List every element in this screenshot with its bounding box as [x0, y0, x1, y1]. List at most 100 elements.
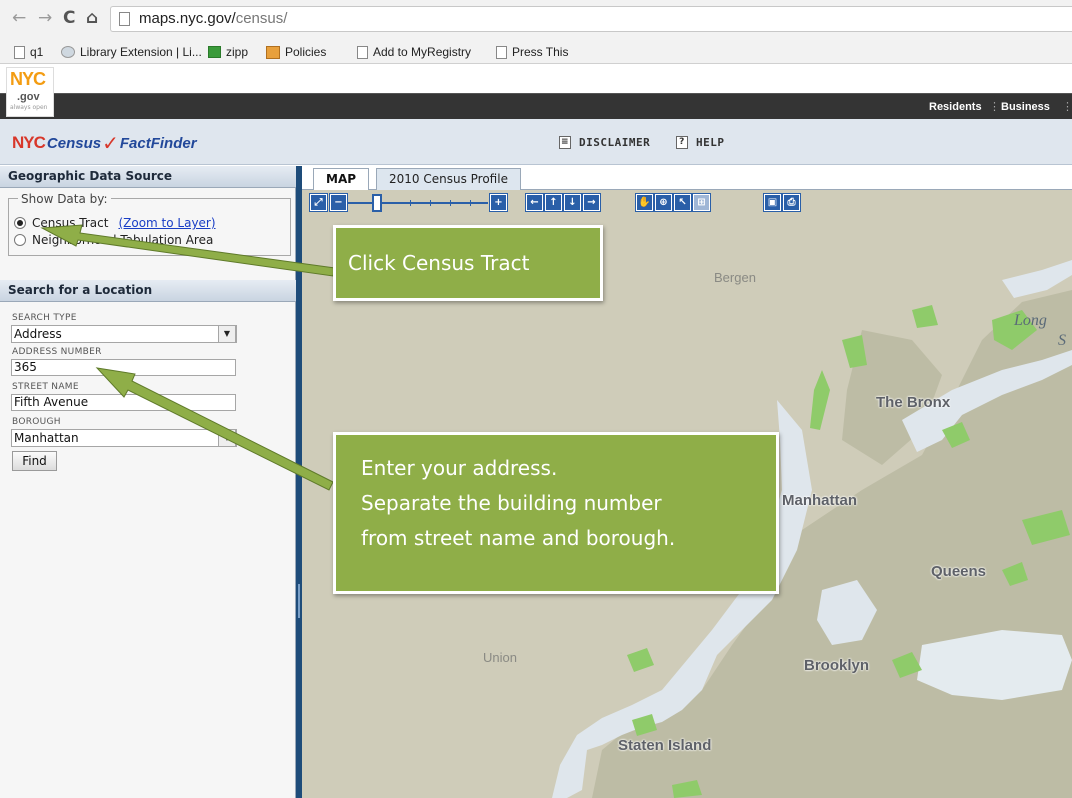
- policies-icon: [266, 45, 280, 59]
- document-icon: ≡: [559, 136, 571, 149]
- pan-right-icon[interactable]: →: [583, 194, 600, 211]
- map-label-the-bronx: The Bronx: [876, 394, 951, 411]
- radio-button-checked[interactable]: [14, 217, 26, 229]
- measure-icon[interactable]: ⊞: [693, 194, 710, 211]
- map-label-brooklyn: Brooklyn: [804, 657, 870, 674]
- help-icon: ?: [676, 136, 688, 149]
- radio-census-tract[interactable]: Census Tract (Zoom to Layer): [14, 216, 216, 230]
- zoom-slider-tick: [430, 200, 431, 206]
- tab-2010-census-profile[interactable]: 2010 Census Profile: [376, 168, 521, 190]
- logo-nyc: NYC: [12, 133, 46, 152]
- map-label-bergen: Bergen: [714, 270, 756, 285]
- nyc-logo-text: NYC: [10, 69, 46, 89]
- nav-link-residents[interactable]: Residents: [929, 101, 982, 113]
- nyc-gov-logo[interactable]: NYC .gov always open: [6, 67, 54, 117]
- callout-address-line1: Enter your address.: [361, 456, 558, 480]
- zoom-slider-track[interactable]: [348, 202, 488, 204]
- spreadsheet-icon: [208, 46, 221, 58]
- save-icon[interactable]: ▣: [764, 194, 781, 211]
- address-bar[interactable]: maps.nyc.gov/census/: [110, 6, 1072, 32]
- nav-separator: ⋮: [989, 100, 1000, 113]
- help-link[interactable]: ? HELP: [676, 136, 725, 149]
- nyc-logo-tagline: always open: [10, 104, 48, 111]
- logo-census: Census: [46, 134, 102, 152]
- logo-factfinder: FactFinder: [119, 134, 197, 152]
- zoom-box-icon[interactable]: ⊕: [655, 194, 672, 211]
- home-icon[interactable]: ⌂: [86, 8, 98, 28]
- search-type-value: Address: [14, 327, 62, 341]
- bookmark-press-this[interactable]: Press This: [496, 45, 568, 59]
- url-text: maps.nyc.gov/census/: [139, 10, 288, 27]
- chevron-down-icon[interactable]: ▼: [218, 429, 236, 447]
- map-label-long-island-sound: Long: [1014, 312, 1047, 329]
- pan-up-icon[interactable]: ↑: [545, 194, 562, 211]
- search-location-header: Search for a Location: [0, 280, 296, 302]
- zoom-slider-thumb[interactable]: [372, 194, 382, 212]
- radio-census-tract-label: Census Tract: [32, 216, 109, 230]
- disclaimer-label: DISCLAIMER: [579, 136, 651, 149]
- borough-label: BOROUGH: [12, 417, 61, 427]
- callout-address-line3: from street name and borough.: [361, 526, 676, 550]
- full-extent-icon[interactable]: ⤢: [310, 194, 327, 211]
- zoom-slider-tick: [410, 200, 411, 206]
- search-type-label: SEARCH TYPE: [12, 313, 77, 323]
- zoom-out-icon[interactable]: −: [330, 194, 347, 211]
- nav-link-business[interactable]: Business: [1001, 101, 1050, 113]
- borough-value: Manhattan: [14, 431, 79, 445]
- bookmark-zipp[interactable]: zipp: [208, 45, 248, 59]
- left-panel: [0, 166, 296, 798]
- nyc-header-top: [0, 65, 1072, 93]
- bookmarks-bar: q1 Library Extension | Li... zipp Polici…: [0, 40, 1072, 64]
- bookmark-q1[interactable]: q1: [14, 45, 43, 59]
- pan-down-icon[interactable]: ↓: [564, 194, 581, 211]
- bookmark-policies[interactable]: Policies: [266, 45, 326, 59]
- radio-nta[interactable]: Neighborhood Tabulation Area: [14, 233, 213, 247]
- page-icon: [496, 45, 507, 59]
- map-label-staten-island: Staten Island: [618, 737, 712, 754]
- map-label-manhattan: Manhattan: [782, 492, 857, 509]
- address-number-field[interactable]: 365: [11, 359, 236, 376]
- bookmark-add-to-myregistry[interactable]: Add to MyRegistry: [357, 45, 471, 59]
- tab-map[interactable]: MAP: [313, 168, 370, 191]
- zoom-slider-tick: [450, 200, 451, 206]
- street-name-label: STREET NAME: [12, 382, 79, 392]
- forward-arrow-icon[interactable]: →: [38, 8, 52, 28]
- search-type-select[interactable]: Address ▼: [11, 325, 237, 343]
- zoom-to-layer-link[interactable]: (Zoom to Layer): [118, 216, 215, 230]
- disclaimer-link[interactable]: ≡ DISCLAIMER: [559, 136, 650, 149]
- show-data-legend: Show Data by:: [18, 192, 111, 206]
- logo-check: ✓: [102, 131, 119, 155]
- zoom-slider-tick: [470, 200, 471, 206]
- radio-nta-label: Neighborhood Tabulation Area: [32, 233, 214, 247]
- map-label-sound: S: [1058, 332, 1066, 349]
- page-icon: [119, 12, 130, 26]
- radio-button-unchecked[interactable]: [14, 234, 26, 246]
- nyc-nav-bar: Residents ⋮ Business ⋮: [0, 93, 1072, 119]
- page-icon: [357, 45, 368, 59]
- map-label-queens: Queens: [931, 563, 987, 580]
- map-toolbar: ⤢ − + ← ↑ ↓ → ✋ ⊕ ↖ ⊞ ▣ ⎙: [310, 194, 830, 216]
- library-icon: [61, 46, 75, 58]
- reload-icon[interactable]: C: [63, 8, 75, 28]
- back-arrow-icon[interactable]: ←: [12, 8, 26, 28]
- borough-select[interactable]: Manhattan ▼: [11, 429, 237, 447]
- nyc-logo-sub: .gov: [17, 91, 40, 103]
- browser-toolbar: ← → C ⌂ maps.nyc.gov/census/: [0, 0, 1072, 40]
- nav-separator: ⋮: [1062, 100, 1072, 113]
- splitter-grip[interactable]: [298, 584, 300, 618]
- callout-address-line2: Separate the building number: [361, 491, 662, 515]
- pan-hand-icon[interactable]: ✋: [636, 194, 653, 211]
- census-factfinder-logo[interactable]: NYC Census ✓ FactFinder: [12, 131, 197, 155]
- address-number-label: ADDRESS NUMBER: [12, 347, 102, 357]
- street-name-field[interactable]: Fifth Avenue: [11, 394, 236, 411]
- map-label-union: Union: [483, 650, 517, 665]
- print-icon[interactable]: ⎙: [783, 194, 800, 211]
- help-label: HELP: [696, 136, 725, 149]
- pan-left-icon[interactable]: ←: [526, 194, 543, 211]
- zoom-in-icon[interactable]: +: [490, 194, 507, 211]
- identify-icon[interactable]: ↖: [674, 194, 691, 211]
- chevron-down-icon[interactable]: ▼: [218, 325, 236, 343]
- bookmark-library-extension[interactable]: Library Extension | Li...: [61, 45, 202, 59]
- find-button[interactable]: Find: [12, 451, 57, 471]
- callout-enter-address: Enter your address. Separate the buildin…: [333, 432, 779, 594]
